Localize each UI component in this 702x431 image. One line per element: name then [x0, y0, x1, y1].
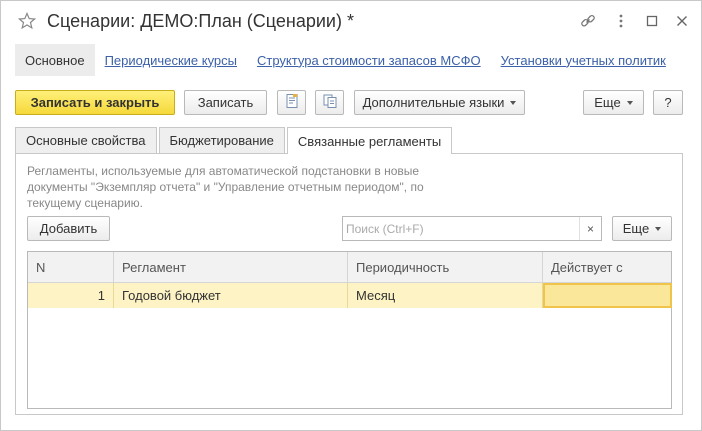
save-button[interactable]: Записать	[184, 90, 267, 115]
column-header-regulation[interactable]: Регламент	[114, 252, 348, 283]
add-button[interactable]: Добавить	[27, 216, 110, 241]
nav-item-accounting-policies[interactable]: Установки учетных политик	[491, 44, 676, 76]
tab-related-regulations[interactable]: Связанные регламенты	[286, 127, 453, 154]
panel-description: Регламенты, используемые для автоматичес…	[27, 164, 424, 210]
form-window: Сценарии: ДЕМО:План (Сценарии) * Основно…	[0, 0, 702, 431]
column-header-n[interactable]: N	[28, 252, 114, 283]
document-report-button[interactable]	[277, 90, 306, 115]
nav-item-main[interactable]: Основное	[15, 44, 95, 76]
table-header: N Регламент Периодичность Действует с	[28, 252, 671, 283]
favorite-star-icon[interactable]	[17, 11, 37, 30]
save-and-close-button[interactable]: Записать и закрыть	[15, 90, 175, 115]
search-box: ×	[342, 216, 602, 241]
cell-regulation[interactable]: Годовой бюджет	[114, 283, 348, 308]
tab-main-properties[interactable]: Основные свойства	[15, 127, 157, 153]
link-icon[interactable]	[580, 13, 596, 29]
window-title: Сценарии: ДЕМО:План (Сценарии) *	[47, 11, 354, 31]
chevron-down-icon	[655, 226, 662, 231]
close-icon[interactable]	[674, 13, 690, 29]
regulations-table: N Регламент Периодичность Действует с 1 …	[27, 251, 672, 409]
chevron-down-icon	[626, 100, 633, 105]
help-button[interactable]: ?	[653, 90, 683, 115]
more-actions-label: Еще	[594, 95, 621, 110]
search-input[interactable]	[343, 217, 579, 240]
tab-budgeting[interactable]: Бюджетирование	[158, 127, 285, 153]
chevron-down-icon	[510, 100, 517, 105]
cell-valid-from[interactable]	[543, 283, 672, 308]
tab-bar: Основные свойства Бюджетирование Связанн…	[15, 127, 454, 154]
more-menu-icon[interactable]	[613, 13, 629, 29]
form-navigation: Основное Периодические курсы Структура с…	[15, 44, 676, 76]
copy-document-icon	[322, 93, 338, 112]
cell-periodicity[interactable]: Месяц	[348, 283, 543, 308]
tab-panel-related-regulations: Регламенты, используемые для автоматичес…	[15, 153, 683, 415]
more-actions-dropdown[interactable]: Еще	[583, 90, 644, 115]
table-more-dropdown[interactable]: Еще	[612, 216, 672, 241]
column-header-periodicity[interactable]: Периодичность	[348, 252, 543, 283]
column-header-valid-from[interactable]: Действует с	[543, 252, 671, 283]
title-bar: Сценарии: ДЕМО:План (Сценарии) *	[1, 1, 701, 43]
maximize-icon[interactable]	[644, 13, 660, 29]
nav-item-periodic-rates[interactable]: Периодические курсы	[95, 44, 247, 76]
extra-languages-label: Дополнительные языки	[362, 95, 505, 110]
search-clear-button[interactable]: ×	[579, 217, 601, 240]
table-row[interactable]: 1 Годовой бюджет Месяц	[28, 283, 672, 308]
nav-item-ifrs-inventory-cost[interactable]: Структура стоимости запасов МСФО	[247, 44, 491, 76]
cell-n[interactable]: 1	[28, 283, 114, 308]
extra-languages-dropdown[interactable]: Дополнительные языки	[354, 90, 525, 115]
table-more-label: Еще	[622, 221, 650, 236]
copy-document-button[interactable]	[315, 90, 344, 115]
document-report-icon	[284, 93, 300, 112]
